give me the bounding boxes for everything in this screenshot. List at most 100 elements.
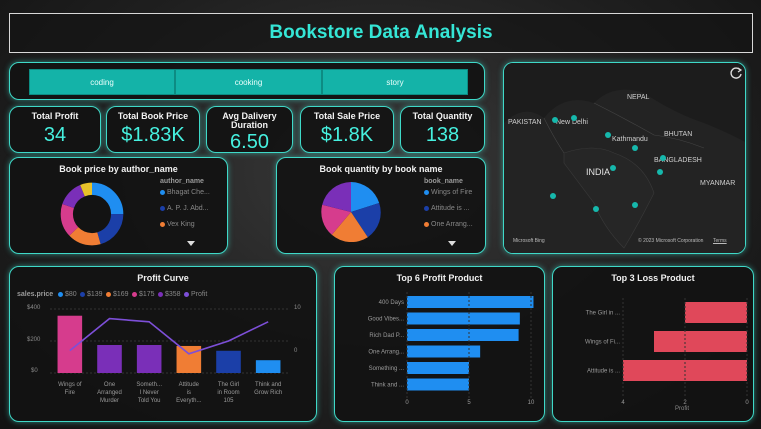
map-label-kathmandu: Kathmandu	[612, 136, 648, 143]
kpi-label: Avg Dalivery Duration	[222, 111, 277, 130]
y-tick-label: Attitude is ...	[587, 369, 620, 375]
kpi-value: $1.8K	[320, 124, 374, 146]
map-location-dot[interactable]	[632, 202, 638, 208]
x-tick-label: Told You	[138, 398, 161, 404]
x-tick-label: Fire	[65, 390, 76, 396]
x-tick-label: 5	[467, 400, 471, 406]
legend-label: Vex King	[167, 221, 195, 228]
profit-curve-panel: Profit Curve sales.price $80 $139 $169 $175…	[9, 266, 317, 422]
pie-chart[interactable]	[321, 182, 381, 242]
map-location-dot[interactable]	[660, 155, 666, 161]
legend-item[interactable]: A. P. J. Abd...	[160, 205, 209, 212]
map-location-dot[interactable]	[571, 115, 577, 121]
x-tick-label: 4	[621, 400, 625, 406]
bar[interactable]	[685, 302, 747, 323]
top-profit-chart[interactable]: 400 Days Good Vibes... Rich Dad P... One Ar…	[335, 267, 546, 423]
legend-item[interactable]: One Arrang...	[424, 221, 473, 228]
bar[interactable]	[654, 331, 747, 352]
map-location-dot[interactable]	[610, 165, 616, 171]
bar[interactable]	[407, 296, 534, 308]
x-tick-label: The Girl	[218, 382, 239, 388]
y-tick-label: Good Vibes...	[368, 317, 405, 323]
x-tick-label: 105	[223, 398, 234, 404]
panel-title: Book quantity by book name	[319, 164, 443, 174]
x-tick-label: Arranged	[97, 390, 122, 396]
x-tick-label: 10	[528, 400, 535, 406]
kpi-value: 138	[425, 124, 460, 146]
bar[interactable]	[136, 345, 162, 373]
x-tick-label: Wings of	[58, 382, 82, 388]
slicer-story-button[interactable]: story	[322, 69, 468, 95]
legend-scroll-down-icon[interactable]	[186, 240, 196, 247]
slicer-coding-button[interactable]: coding	[29, 69, 175, 95]
kpi-value: $1.83K	[121, 124, 185, 146]
refresh-icon[interactable]	[729, 66, 743, 80]
x-tick-label: 0	[745, 400, 749, 406]
location-map[interactable]: PAKISTAN New Delhi NEPAL BHUTAN Kathmand…	[503, 62, 746, 254]
kpi-total-quantity: Total Quantity 138	[400, 106, 485, 153]
legend-item[interactable]: Bhagat Che...	[160, 189, 210, 196]
map-location-dot[interactable]	[632, 145, 638, 151]
bar[interactable]	[407, 312, 520, 325]
legend-label: Wings of Fire	[431, 189, 473, 196]
top-loss-panel: Top 3 Loss Product Profit The Girl in ..…	[552, 266, 754, 422]
book-quantity-by-name-panel: Book quantity by book name book_name Win…	[276, 157, 486, 254]
x-tick-label: Attitude	[179, 382, 200, 388]
bar[interactable]	[176, 345, 202, 373]
dashboard-title-bar: Bookstore Data Analysis	[9, 13, 753, 53]
x-tick-label: I Never	[139, 390, 158, 396]
map-label-india: INDIA	[586, 167, 611, 177]
map-location-dot[interactable]	[605, 132, 611, 138]
kpi-value: 6.50	[230, 131, 269, 153]
y-tick-label: 400 Days	[379, 300, 404, 306]
map-brand: Microsoft Bing	[513, 238, 545, 244]
slicer-cooking-button[interactable]: cooking	[175, 69, 322, 95]
legend-item[interactable]: Attitude is ...	[424, 205, 470, 212]
y-tick-label: The Girl in ...	[586, 311, 621, 317]
legend-item[interactable]: Vex King	[160, 221, 195, 228]
x-tick-label: 2	[683, 400, 687, 406]
x-tick-label: Everyth...	[176, 398, 202, 404]
y-tick-label: Rich Dad P...	[369, 333, 404, 339]
map-terms-link[interactable]: Terms	[713, 238, 727, 244]
bar[interactable]	[97, 345, 122, 373]
legend-item[interactable]: Wings of Fire	[424, 189, 472, 196]
map-background	[504, 63, 745, 253]
bar[interactable]	[255, 360, 281, 373]
map-label-nepal: NEPAL	[627, 94, 650, 101]
profit-curve-chart[interactable]: Wings of Fire One Arranged Murder Someth... I …	[10, 267, 318, 423]
y-tick-label: Something ...	[369, 366, 405, 372]
map-location-dot[interactable]	[593, 206, 599, 212]
bar[interactable]	[216, 350, 241, 373]
y-tick-label: Wings of Fi...	[585, 340, 620, 346]
x-tick-label: Someth...	[136, 382, 162, 388]
legend-label: Attitude is ...	[431, 205, 470, 212]
kpi-label: Total Book Price	[117, 111, 189, 121]
x-tick-label: in Room	[217, 390, 239, 396]
legend-label: One Arrang...	[431, 221, 473, 228]
bar[interactable]	[407, 329, 519, 341]
map-location-dot[interactable]	[550, 193, 556, 199]
legend-title: book_name	[424, 178, 463, 185]
top-loss-chart[interactable]: The Girl in ... Wings of Fi... Attitude is…	[553, 267, 755, 423]
kpi-total-profit: Total Profit 34	[9, 106, 101, 153]
map-label-pakistan: PAKISTAN	[508, 119, 542, 126]
panel-title: Book price by author_name	[59, 164, 178, 174]
legend-scroll-down-icon[interactable]	[447, 240, 457, 247]
x-tick-label: Grow Rich	[254, 390, 282, 396]
legend-label: A. P. J. Abd...	[167, 205, 209, 212]
book-price-by-author-panel: Book price by author_name author_name Bh…	[9, 157, 228, 254]
map-location-dot[interactable]	[552, 117, 558, 123]
bar[interactable]	[407, 378, 469, 391]
legend-label: Bhagat Che...	[167, 189, 210, 196]
kpi-value: 34	[43, 124, 67, 146]
map-label-myanmar: MYANMAR	[700, 180, 736, 187]
donut-chart[interactable]	[56, 178, 128, 250]
bar[interactable]	[407, 345, 481, 358]
map-label-bhutan: BHUTAN	[664, 131, 693, 138]
x-tick-label: One	[104, 382, 116, 388]
kpi-total-sale-price: Total Sale Price $1.8K	[300, 106, 394, 153]
kpi-label: Total Quantity	[412, 111, 473, 121]
bar[interactable]	[407, 362, 469, 374]
map-location-dot[interactable]	[657, 169, 663, 175]
